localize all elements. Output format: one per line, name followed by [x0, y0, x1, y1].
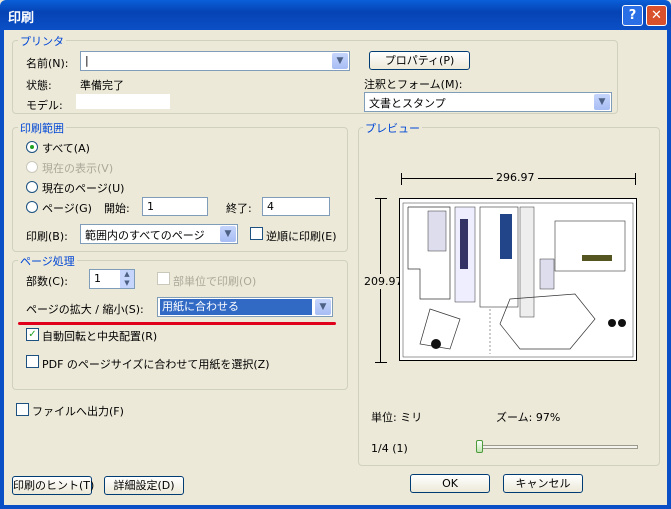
page-indicator: 1/4 (1) [371, 442, 408, 455]
copies-spinner-icon[interactable]: ▲ ▼ [120, 270, 134, 288]
print-subset-select[interactable]: 範囲内のすべてのページ ▼ [80, 224, 238, 244]
print-subset-label: 印刷(B): [26, 230, 68, 243]
radio-all-label: すべて(A) [42, 142, 90, 155]
chevron-down-icon[interactable]: ▼ [594, 94, 610, 110]
window-title: 印刷 [8, 11, 35, 26]
printer-name-value: | [85, 54, 89, 67]
scaling-select[interactable]: 用紙に合わせる ▼ [157, 297, 333, 317]
preview-height-value: 209.97 [364, 274, 403, 289]
window-frame-left [0, 30, 4, 509]
start-label: 開始: [104, 202, 130, 215]
width-dim-tick-right [635, 173, 636, 185]
preview-group-title: プレビュー [363, 120, 422, 136]
model-value [76, 94, 170, 109]
collate-label: 部単位で印刷(O) [173, 275, 257, 288]
comments-forms-label: 注釈とフォーム(M): [364, 78, 463, 91]
height-dim-tick-top [375, 198, 387, 199]
advanced-button[interactable]: 詳細設定(D) [104, 476, 184, 495]
scaling-label: ページの拡大 / 縮小(S): [26, 303, 144, 316]
reverse-checkbox[interactable] [250, 227, 263, 240]
radio-all[interactable] [26, 141, 38, 153]
print-range-group-title: 印刷範囲 [18, 120, 66, 136]
radio-pages[interactable] [26, 201, 38, 213]
chevron-down-icon[interactable]: ▼ [332, 53, 348, 69]
help-button[interactable]: ? [622, 5, 643, 26]
red-underline-annotation [18, 322, 336, 325]
print-tips-button[interactable]: 印刷のヒント(T) [12, 476, 94, 495]
comments-forms-select[interactable]: 文書とスタンプ ▼ [364, 92, 612, 112]
papercraft-thumbnail-icon [402, 202, 634, 358]
printer-name-label: 名前(N): [26, 57, 69, 70]
model-label: モデル: [26, 99, 63, 112]
copies-label: 部数(C): [26, 275, 68, 288]
units-label: 単位: ミリ [371, 411, 423, 424]
auto-rotate-label: 自動回転と中央配置(R) [42, 330, 158, 343]
end-page-input[interactable]: 4 [262, 197, 330, 216]
end-label: 終了: [226, 202, 252, 215]
collate-checkbox [157, 272, 170, 285]
page-slider-thumb[interactable] [476, 440, 483, 453]
window-frame-right [667, 30, 671, 509]
printer-group-title: プリンタ [18, 33, 66, 49]
preview-width-value: 296.97 [493, 171, 538, 184]
radio-current-view-label: 現在の表示(V) [42, 162, 114, 175]
chevron-down-icon[interactable]: ▼ [315, 299, 331, 315]
ok-button[interactable]: OK [410, 474, 490, 493]
cancel-button[interactable]: キャンセル [503, 474, 583, 493]
zoom-label: ズーム: 97% [496, 411, 561, 424]
pdf-size-label: PDF のページサイズに合わせて用紙を選択(Z) [42, 358, 270, 371]
auto-rotate-checkbox[interactable]: ✓ [26, 328, 39, 341]
copies-value: 1 [94, 272, 101, 285]
printer-name-select[interactable]: | ▼ [80, 51, 350, 71]
page-handling-group-title: ページ処理 [18, 253, 77, 269]
scaling-value: 用紙に合わせる [160, 299, 312, 315]
print-to-file-label: ファイルへ出力(F) [32, 405, 124, 418]
status-label: 状態: [26, 79, 52, 92]
title-bar [0, 0, 671, 30]
radio-current-view [26, 161, 38, 173]
width-dim-tick-left [401, 173, 402, 185]
status-value: 準備完了 [80, 79, 124, 92]
radio-current-page[interactable] [26, 181, 38, 193]
pdf-size-checkbox[interactable] [26, 355, 39, 368]
radio-pages-label: ページ(G) [42, 202, 92, 215]
page-slider-track[interactable] [476, 445, 638, 449]
close-button[interactable]: ✕ [646, 5, 667, 26]
chevron-down-icon[interactable]: ▼ [220, 226, 236, 242]
properties-button[interactable]: プロパティ(P) [369, 51, 470, 70]
height-dim-tick-bottom [375, 362, 387, 363]
start-page-input[interactable]: 1 [142, 197, 208, 216]
reverse-label: 逆順に印刷(E) [266, 230, 337, 243]
comments-forms-value: 文書とスタンプ [369, 97, 446, 110]
window-frame-bottom [0, 505, 671, 509]
print-subset-value: 範囲内のすべてのページ [85, 229, 205, 242]
radio-current-page-label: 現在のページ(U) [42, 182, 125, 195]
preview-page-image [399, 198, 637, 361]
print-to-file-checkbox[interactable] [16, 403, 29, 416]
